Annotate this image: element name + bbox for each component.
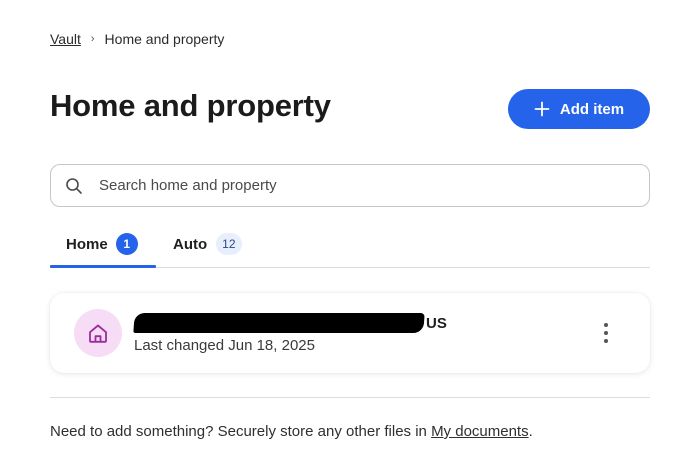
tab-home-label: Home (66, 235, 108, 253)
tab-home[interactable]: Home 1 (50, 220, 156, 268)
divider (50, 397, 650, 398)
breadcrumb-current: Home and property (104, 31, 225, 47)
tab-auto[interactable]: Auto 12 (172, 220, 272, 268)
redacted-title (133, 313, 425, 333)
plus-icon (534, 101, 550, 117)
search-box (50, 164, 650, 207)
breadcrumb-link-vault[interactable]: Vault (50, 31, 81, 47)
more-options-button[interactable] (596, 317, 616, 349)
search-input[interactable] (99, 177, 599, 194)
add-item-button[interactable]: Add item (508, 89, 650, 129)
list-item[interactable]: US Last changed Jun 18, 2025 (50, 293, 650, 373)
page: Vault › Home and property Home and prope… (0, 0, 694, 474)
footer-text-before: Need to add something? Securely store an… (50, 423, 432, 440)
item-title-suffix: US (426, 314, 447, 332)
item-avatar (74, 309, 122, 357)
footer-text-after: . (528, 423, 533, 440)
tab-home-count-badge: 1 (115, 233, 138, 255)
breadcrumb-separator: › (90, 33, 95, 45)
more-vertical-icon (604, 323, 608, 343)
add-item-label: Add item (559, 100, 625, 118)
tab-bar: Home 1 Auto 12 (50, 220, 650, 268)
page-title: Home and property (50, 88, 331, 123)
tab-auto-label: Auto (173, 235, 208, 253)
my-documents-link[interactable]: My documents (431, 423, 529, 440)
item-last-changed: Last changed Jun 18, 2025 (134, 337, 315, 354)
selected-tab-indicator (50, 265, 156, 268)
search-icon (66, 177, 82, 194)
breadcrumb: Vault › Home and property (50, 31, 224, 47)
home-icon (89, 324, 107, 343)
footer-text: Need to add something? Securely store an… (50, 423, 533, 440)
item-title: US (133, 313, 447, 333)
tab-auto-count-badge: 12 (216, 233, 242, 255)
